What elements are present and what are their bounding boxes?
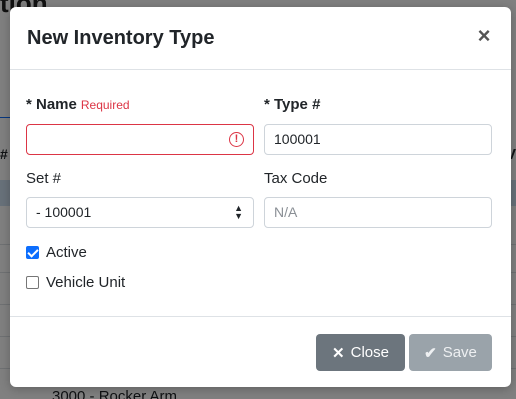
vehicle-unit-label: Vehicle Unit	[46, 274, 126, 291]
background-column-hash: #	[0, 146, 8, 162]
modal-title: New Inventory Type	[27, 27, 215, 49]
active-checkbox[interactable]	[26, 246, 39, 259]
save-button[interactable]: ✔ Save	[409, 334, 492, 371]
tax-code-input[interactable]: N/A	[264, 197, 492, 228]
name-label: * Name Required	[26, 96, 130, 113]
active-label: Active	[46, 244, 87, 261]
tax-code-label: Tax Code	[264, 170, 328, 187]
vehicle-unit-checkbox-row[interactable]: Vehicle Unit	[26, 274, 125, 291]
modal-header: New Inventory Type ×	[10, 7, 511, 70]
type-number-label: * Type #	[264, 96, 320, 113]
name-input[interactable]: !	[26, 124, 254, 155]
set-number-label: Set #	[26, 170, 62, 187]
close-button[interactable]: ✕ Close	[316, 334, 405, 371]
type-number-label-text: * Type #	[264, 96, 321, 113]
save-button-label: Save	[442, 344, 477, 361]
select-updown-icon: ▲ ▼	[234, 203, 243, 221]
close-button-label: Close	[350, 344, 389, 361]
name-label-text: * Name	[26, 96, 77, 113]
close-icon[interactable]: ×	[475, 25, 493, 47]
vehicle-unit-checkbox[interactable]	[26, 276, 39, 289]
required-hint: Required	[80, 98, 130, 112]
active-checkbox-row[interactable]: Active	[26, 244, 87, 261]
modal-footer: ✕ Close ✔ Save	[10, 316, 511, 387]
check-icon: ✔	[424, 344, 437, 362]
error-icon: !	[229, 132, 244, 147]
background-link	[0, 96, 10, 118]
x-icon: ✕	[332, 344, 345, 362]
type-number-value: 100001	[274, 131, 321, 147]
tax-code-placeholder: N/A	[274, 204, 298, 220]
background-row-text: 3000 - Rocker Arm	[52, 388, 178, 399]
set-number-selected-value: - 100001	[36, 204, 92, 220]
type-number-input[interactable]: 100001	[264, 124, 492, 155]
new-inventory-type-modal: New Inventory Type × * Name Required ! * …	[10, 7, 511, 387]
set-number-select[interactable]: - 100001 ▲ ▼	[26, 197, 254, 228]
